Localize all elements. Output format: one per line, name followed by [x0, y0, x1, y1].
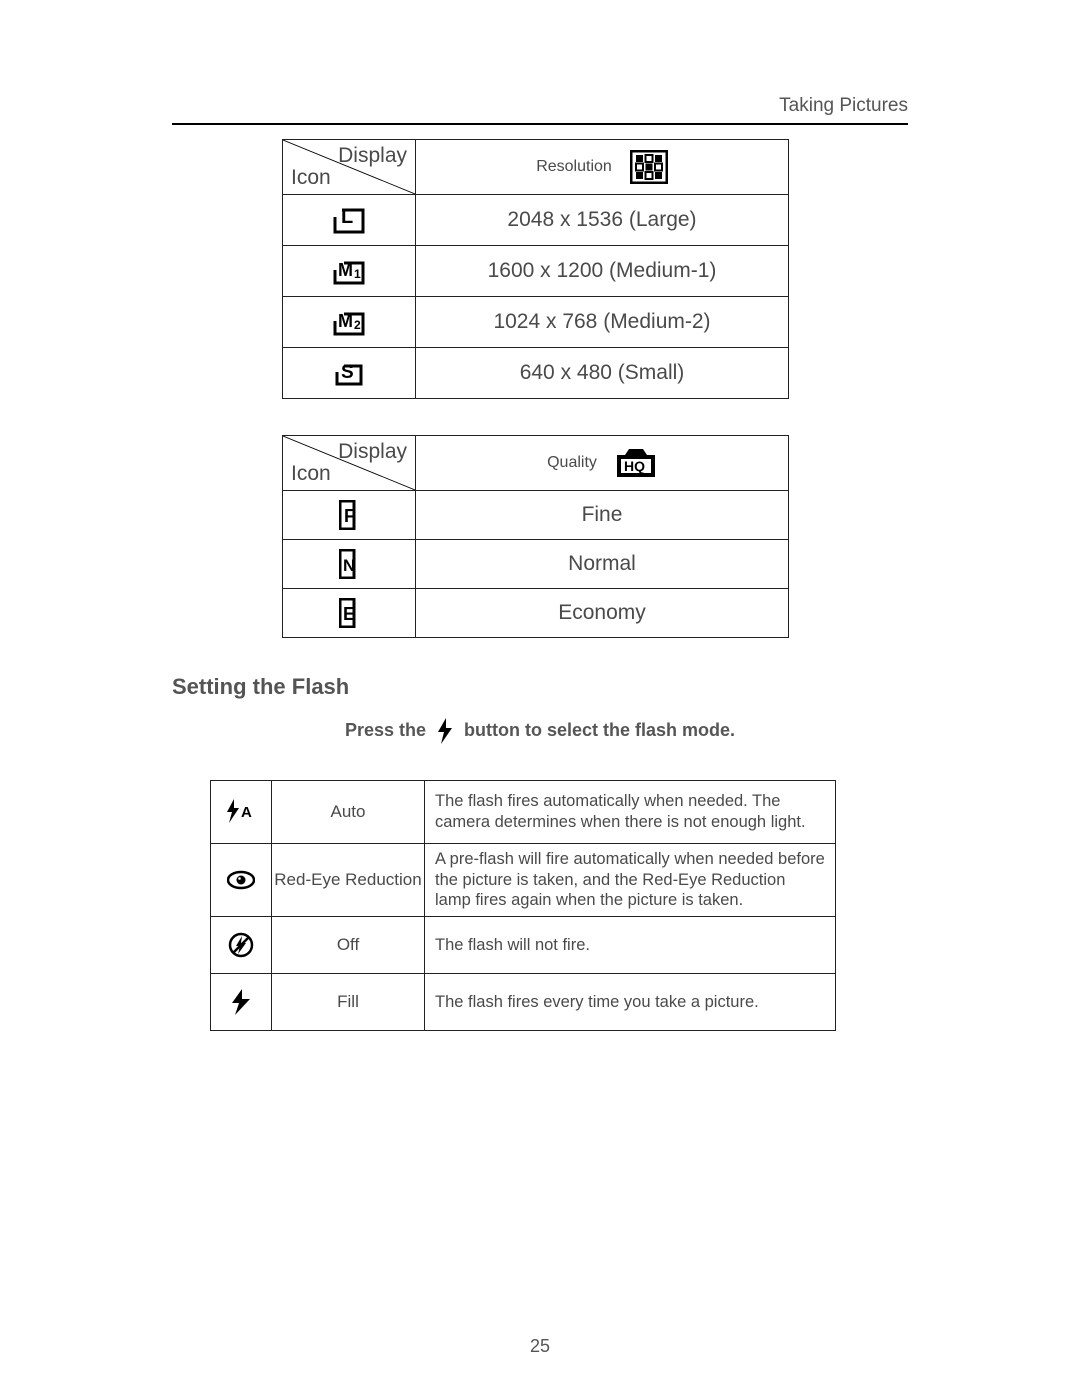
table-row: L 2048 x 1536 (Large): [283, 195, 789, 246]
table-row: M 2 1024 x 768 (Medium-2): [283, 297, 789, 348]
table-row: Red-Eye Reduction A pre-flash will fire …: [211, 844, 836, 917]
svg-text:HQ: HQ: [624, 458, 645, 474]
quality-value: Fine: [416, 491, 789, 540]
quality-table: Display Icon Quality HQ F Fine: [282, 435, 789, 638]
flash-desc: The flash fires automatically when neede…: [425, 781, 836, 844]
instruction-after: button to select the flash mode.: [464, 720, 735, 740]
resolution-table: Display Icon Resolution: [282, 139, 789, 399]
resolution-grid-icon: [630, 150, 668, 184]
flash-heading: Setting the Flash: [172, 674, 908, 700]
diag-header-cell: Display Icon: [283, 436, 416, 491]
diag-bottom-label: Icon: [291, 462, 331, 486]
flash-table: A Auto The flash fires automatically whe…: [210, 780, 836, 1031]
quality-value: Normal: [416, 540, 789, 589]
size-medium2-icon: M 2: [283, 297, 416, 348]
svg-text:L: L: [341, 206, 353, 228]
table-row: F Fine: [283, 491, 789, 540]
flash-auto-icon: A: [211, 781, 272, 844]
resolution-value: 2048 x 1536 (Large): [416, 195, 789, 246]
svg-text:N: N: [343, 556, 355, 575]
resolution-value: 1024 x 768 (Medium-2): [416, 297, 789, 348]
quality-value: Economy: [416, 589, 789, 638]
size-large-icon: L: [283, 195, 416, 246]
page-number: 25: [0, 1336, 1080, 1357]
diag-top-label: Display: [338, 440, 407, 464]
quality-header-label: Quality: [547, 454, 597, 472]
table-row: Off The flash will not fire.: [211, 917, 836, 974]
flash-instruction: Press the button to select the flash mod…: [172, 718, 908, 744]
svg-text:2: 2: [354, 318, 361, 332]
flash-bolt-icon: [437, 718, 453, 744]
flash-mode: Off: [272, 917, 425, 974]
header-rule: [172, 123, 908, 125]
table-row: E Economy: [283, 589, 789, 638]
resolution-value: 1600 x 1200 (Medium-1): [416, 246, 789, 297]
resolution-header: Resolution: [416, 140, 789, 195]
flash-desc: A pre-flash will fire automatically when…: [425, 844, 836, 917]
quality-normal-icon: N: [283, 540, 416, 589]
diag-bottom-label: Icon: [291, 166, 331, 190]
svg-text:M: M: [338, 260, 353, 280]
svg-text:1: 1: [354, 267, 361, 281]
quality-economy-icon: E: [283, 589, 416, 638]
table-row: S 640 x 480 (Small): [283, 348, 789, 399]
flash-off-icon: [211, 917, 272, 974]
table-row: A Auto The flash fires automatically whe…: [211, 781, 836, 844]
flash-fill-icon: [211, 974, 272, 1031]
svg-text:E: E: [343, 604, 355, 624]
size-medium1-icon: M 1: [283, 246, 416, 297]
size-small-icon: S: [283, 348, 416, 399]
quality-fine-icon: F: [283, 491, 416, 540]
diag-top-label: Display: [338, 144, 407, 168]
flash-redeye-icon: [211, 844, 272, 917]
resolution-value: 640 x 480 (Small): [416, 348, 789, 399]
svg-text:M: M: [338, 311, 353, 331]
flash-desc: The flash will not fire.: [425, 917, 836, 974]
svg-text:A: A: [241, 804, 252, 821]
hq-camera-icon: HQ: [615, 447, 657, 479]
flash-mode: Red-Eye Reduction: [272, 844, 425, 917]
section-header: Taking Pictures: [172, 95, 908, 117]
manual-page: Taking Pictures Display Icon Resolution: [0, 0, 1080, 1397]
diag-header-cell: Display Icon: [283, 140, 416, 195]
instruction-before: Press the: [345, 720, 426, 740]
flash-mode: Auto: [272, 781, 425, 844]
resolution-header-label: Resolution: [536, 158, 612, 176]
table-row: N Normal: [283, 540, 789, 589]
flash-mode: Fill: [272, 974, 425, 1031]
svg-text:S: S: [341, 362, 354, 383]
table-row: M 1 1600 x 1200 (Medium-1): [283, 246, 789, 297]
table-row: Fill The flash fires every time you take…: [211, 974, 836, 1031]
flash-desc: The flash fires every time you take a pi…: [425, 974, 836, 1031]
quality-header: Quality HQ: [416, 436, 789, 491]
svg-text:F: F: [344, 506, 355, 526]
